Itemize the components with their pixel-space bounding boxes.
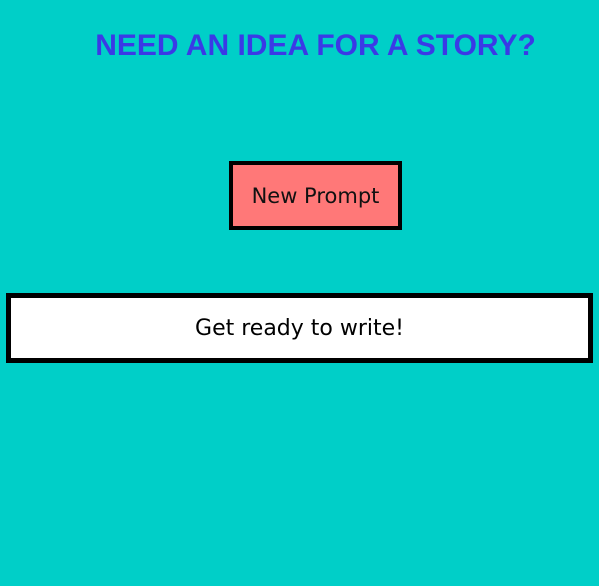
- prompt-text: Get ready to write!: [195, 315, 404, 341]
- prompt-display: Get ready to write!: [6, 293, 593, 363]
- page-title: NEED AN IDEA FOR A STORY?: [95, 29, 536, 62]
- new-prompt-button[interactable]: New Prompt: [229, 161, 402, 230]
